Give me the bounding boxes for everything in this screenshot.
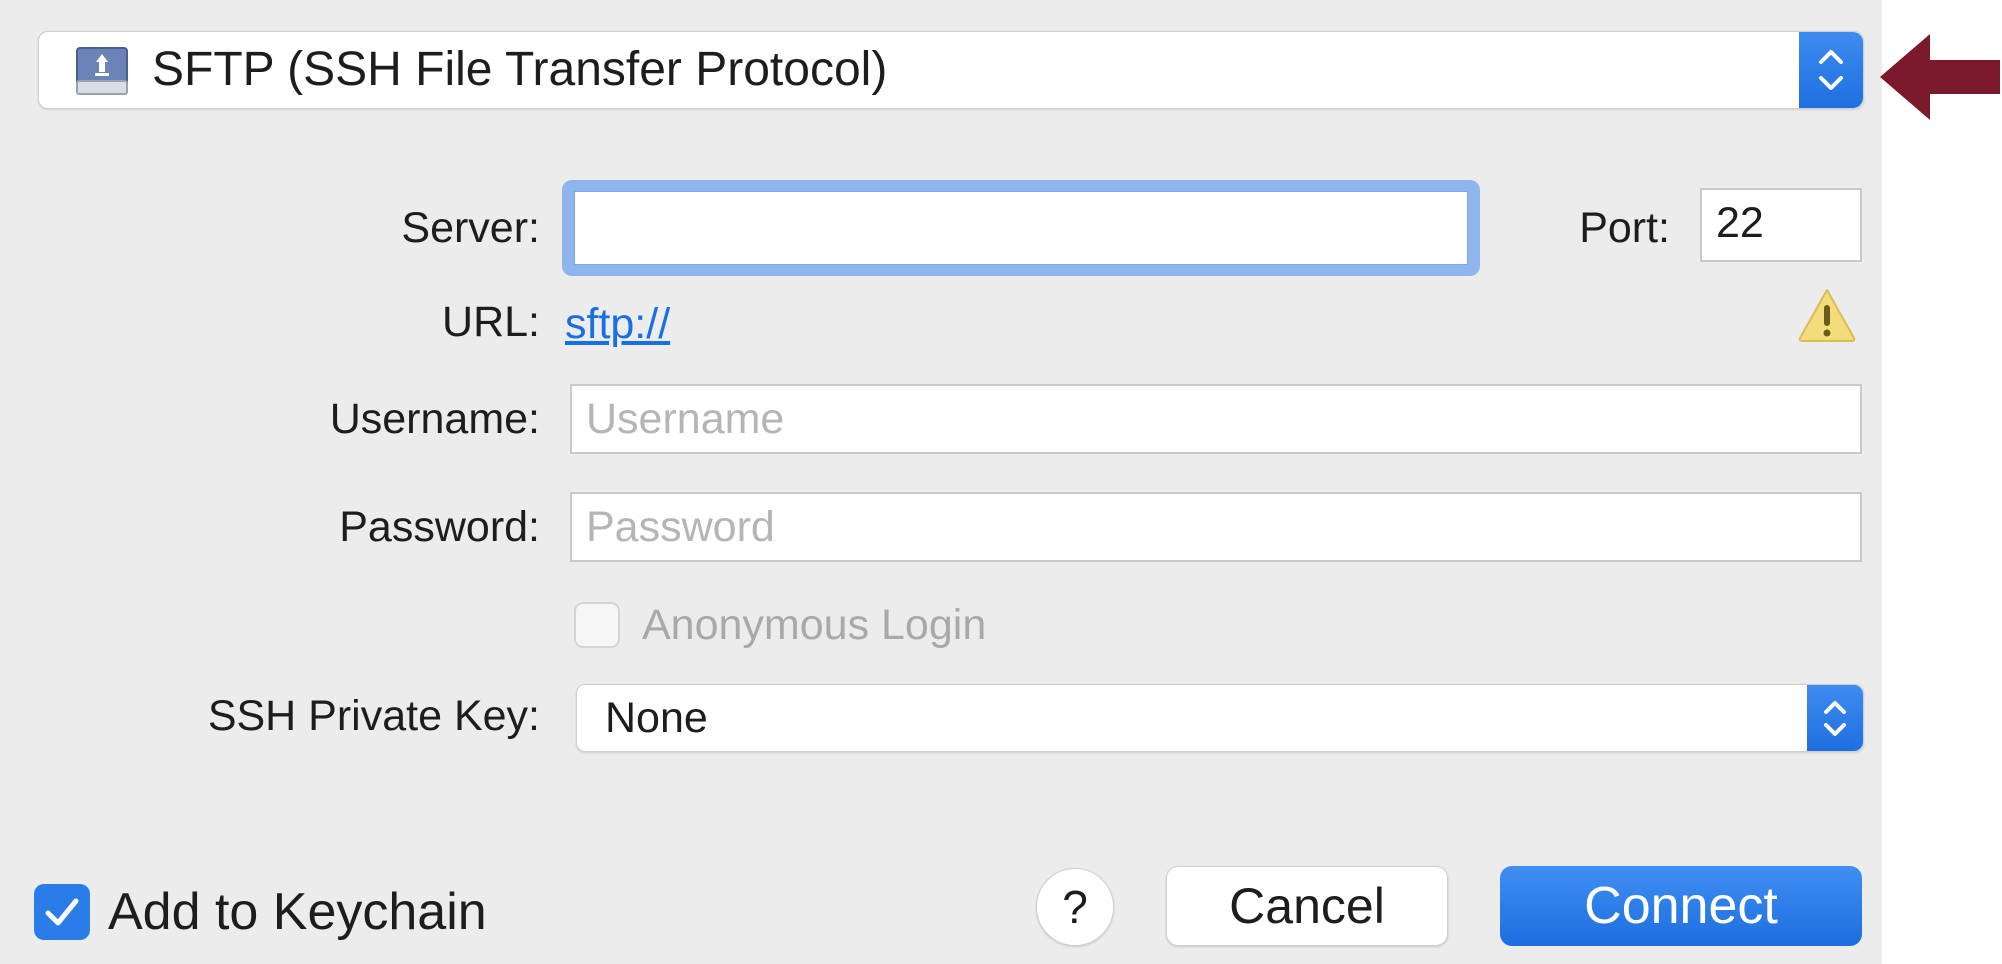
chevron-up-down-icon [1824, 701, 1846, 736]
password-input[interactable]: Password [570, 492, 1862, 562]
protocol-label: SFTP (SSH File Transfer Protocol) [152, 43, 888, 96]
checkmark-icon [45, 898, 79, 926]
connect-button[interactable]: Connect [1500, 866, 1862, 946]
anonymous-login-checkbox[interactable] [574, 602, 620, 648]
ssh-key-label: SSH Private Key: [207, 692, 540, 740]
url-label: URL: [442, 298, 540, 346]
help-button[interactable]: ? [1036, 868, 1114, 946]
protocol-popup[interactable]: SFTP (SSH File Transfer Protocol) [38, 31, 1864, 109]
annotation-arrow-icon [1880, 34, 2000, 120]
add-to-keychain-label: Add to Keychain [108, 883, 487, 941]
add-to-keychain-checkbox[interactable] [34, 884, 90, 940]
protocol-stepper[interactable] [1799, 32, 1863, 108]
ssh-key-stepper[interactable] [1807, 685, 1863, 751]
connection-dialog: SFTP (SSH File Transfer Protocol) Server… [0, 0, 1882, 964]
username-placeholder: Username [586, 395, 785, 443]
username-input[interactable]: Username [570, 384, 1862, 454]
ssh-key-popup[interactable]: None [576, 684, 1864, 752]
warning-icon[interactable] [1796, 286, 1858, 344]
ssh-key-value: None [605, 694, 708, 742]
server-label: Server: [401, 204, 540, 252]
port-label: Port: [1579, 204, 1670, 252]
password-placeholder: Password [586, 503, 775, 551]
port-input[interactable]: 22 [1700, 188, 1862, 262]
chevron-up-down-icon [1819, 50, 1843, 90]
username-label: Username: [329, 395, 540, 443]
anonymous-login-label: Anonymous Login [642, 601, 987, 649]
port-value: 22 [1716, 199, 1764, 247]
url-link[interactable]: sftp:// [565, 294, 670, 354]
cancel-button[interactable]: Cancel [1166, 866, 1448, 946]
network-drive-icon [76, 47, 128, 95]
password-label: Password: [339, 503, 540, 551]
